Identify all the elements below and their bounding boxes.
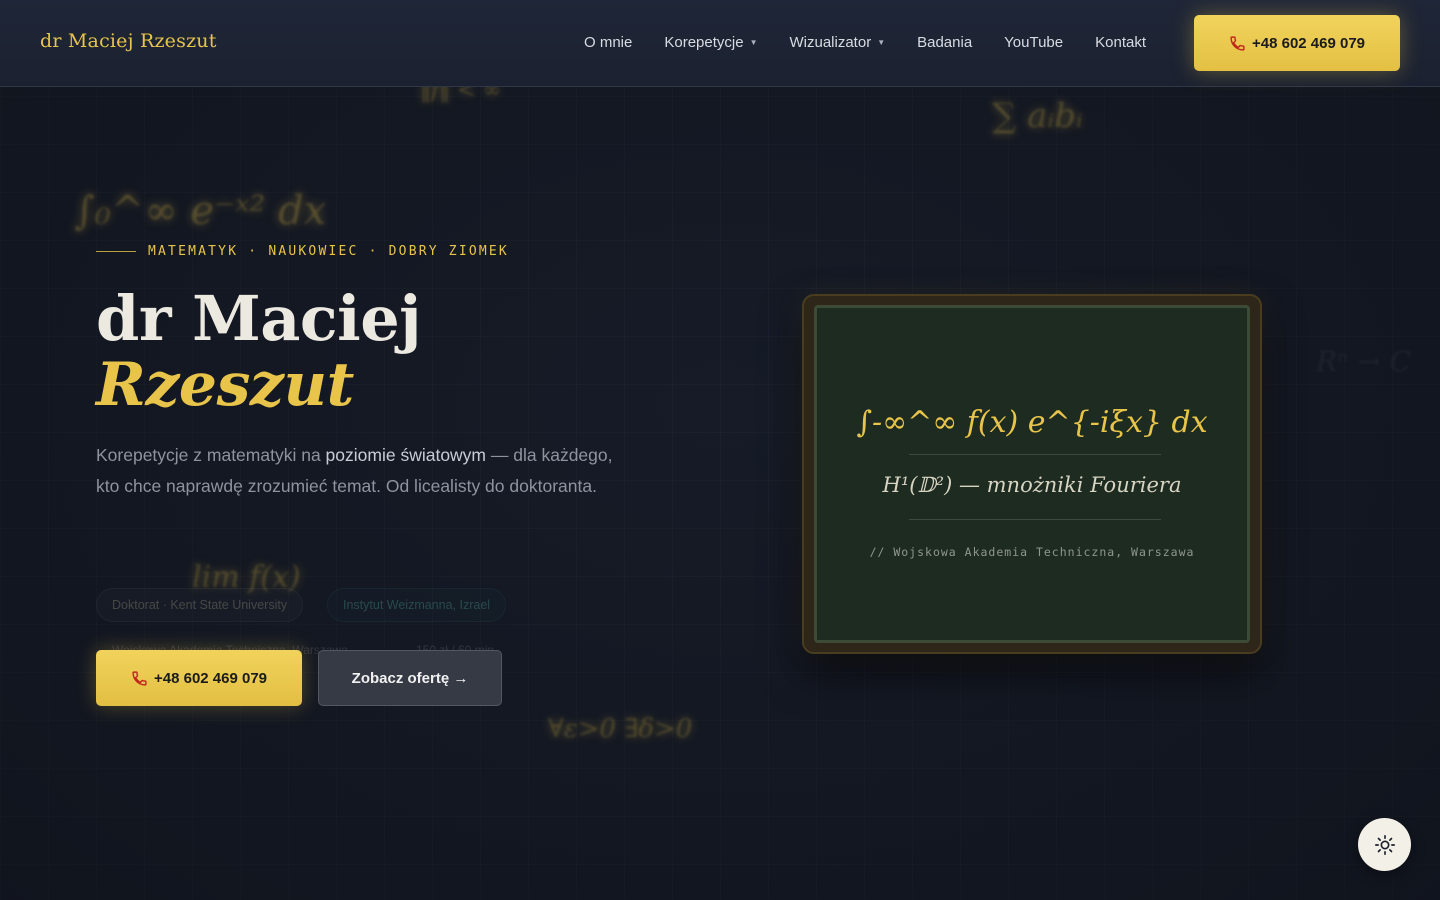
chalkboard-note: // Wojskowa Akademia Techniczna, Warszaw… [869, 545, 1195, 559]
cta-phone-button[interactable]: +48 602 469 079 [96, 650, 302, 706]
nav-item-label: Badania [917, 34, 973, 51]
theme-toggle-button[interactable] [1358, 818, 1411, 871]
nav-item-kontakt[interactable]: Kontakt [1095, 34, 1146, 51]
floating-formula: ∀ε>0 ∃δ>0 [548, 714, 693, 744]
header-phone-button[interactable]: +48 602 469 079 [1194, 15, 1400, 71]
phone-icon [132, 670, 147, 686]
chevron-down-icon: ▼ [749, 38, 758, 47]
hero-title-line1: dr Maciej [96, 282, 422, 355]
chalkboard-formula: ∫-∞^∞ f(x) e^{-iξx} dx [856, 405, 1208, 440]
chalkboard-divider [909, 454, 1161, 455]
credential-chip-weizmann: Instytut Weizmanna, Izrael [327, 588, 507, 622]
nav-item-wizualizator[interactable]: Wizualizator ▼ [790, 34, 886, 51]
cta-phone-label: +48 602 469 079 [153, 669, 268, 687]
lede-highlight: poziomie światowym [325, 445, 487, 465]
nav-item-korepetycje[interactable]: Korepetycje ▼ [664, 34, 757, 51]
nav-item-label: YouTube [1004, 34, 1064, 51]
see-offer-button[interactable]: Zobacz ofertę → [318, 650, 502, 706]
floating-formula: Rⁿ → C [1316, 345, 1412, 378]
sun-icon [1374, 834, 1395, 855]
lede-text: Korepetycje z matematyki na [96, 445, 326, 465]
chevron-down-icon: ▼ [877, 38, 886, 47]
nav-item-label: Korepetycje [664, 34, 744, 51]
nav-item-youtube[interactable]: YouTube [1004, 34, 1063, 51]
nav-item-label: Wizualizator [789, 34, 872, 51]
kicker-line [96, 251, 136, 252]
hero-title-line2: Rzeszut [96, 350, 354, 420]
brand-logo[interactable]: dr Maciej Rzeszut [40, 30, 217, 52]
chalkboard: ∫-∞^∞ f(x) e^{-iξx} dx H¹(𝔻²) — mnożniki… [802, 294, 1262, 654]
chalkboard-subtitle: H¹(𝔻²) — mnożniki Fouriera [882, 473, 1182, 497]
chalkboard-divider [909, 519, 1161, 520]
nav-item-label: Kontakt [1095, 34, 1146, 51]
credential-chip-phd: Doktorat · Kent State University [96, 588, 304, 622]
hero-kicker: MATEMATYK · NAUKOWIEC · DOBRY ZIOMEK [96, 244, 509, 259]
header-phone-label: +48 602 469 079 [1251, 34, 1366, 52]
chalkboard-surface: ∫-∞^∞ f(x) e^{-iξx} dx H¹(𝔻²) — mnożniki… [814, 305, 1250, 643]
nav-item-label: O mnie [584, 34, 633, 51]
main-nav: O mnie Korepetycje ▼ Wizualizator ▼ Badani… [584, 34, 1178, 51]
floating-formula: ∫₀^∞ e⁻ˣ² dx [74, 188, 327, 234]
kicker-text: MATEMATYK · NAUKOWIEC · DOBRY ZIOMEK [148, 244, 509, 259]
floating-formula: ∑ aᵢbᵢ [992, 96, 1083, 136]
nav-item-o-mnie[interactable]: O mnie [584, 34, 632, 51]
hero-lede: Korepetycje z matematyki na poziomie świ… [96, 440, 616, 502]
nav-item-badania[interactable]: Badania [917, 34, 972, 51]
site-header: dr Maciej Rzeszut O mnie Korepetycje ▼ Wi… [0, 0, 1440, 87]
phone-icon [1230, 35, 1245, 51]
